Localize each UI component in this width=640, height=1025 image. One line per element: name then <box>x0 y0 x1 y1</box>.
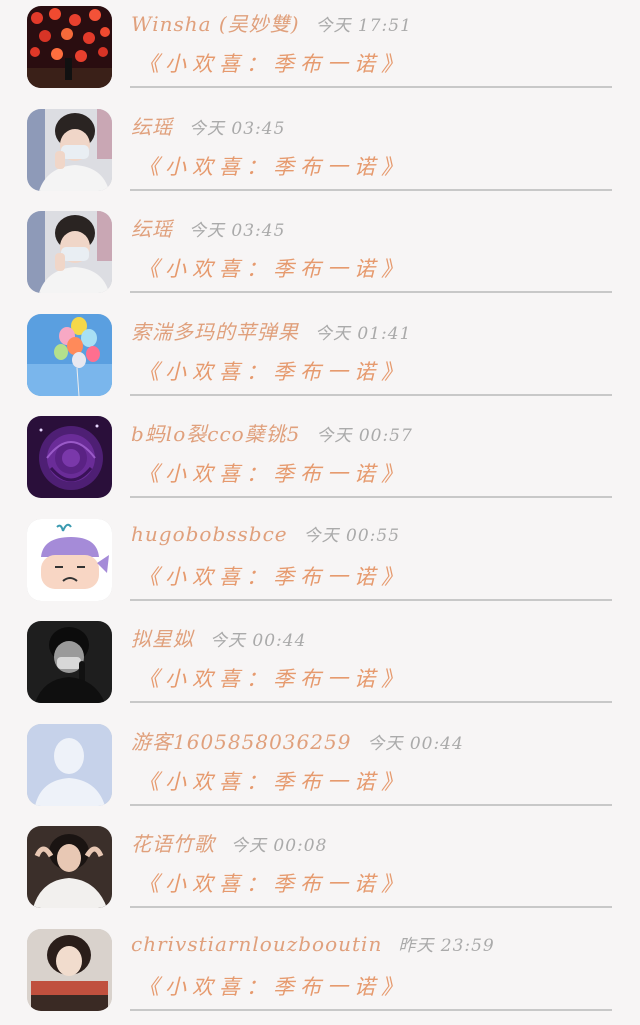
comment-text: 《小欢喜：季布一诺》 <box>138 458 408 488</box>
divider <box>130 496 612 498</box>
comment-item[interactable]: hugobobssbce 今天 00:55 《小欢喜：季布一诺》 <box>0 513 640 616</box>
username[interactable]: b蚂lo裂cco蘖铫5 <box>131 418 300 447</box>
comment-header: 拟星姒 今天 00:44 <box>131 623 620 653</box>
comment-header: 花语竹歌 今天 00:08 <box>131 828 620 858</box>
divider <box>130 599 612 601</box>
purple-rose-avatar[interactable] <box>27 416 112 498</box>
comment-text: 《小欢喜：季布一诺》 <box>138 868 408 898</box>
divider <box>130 291 612 293</box>
bw-portrait-avatar[interactable] <box>27 621 112 703</box>
username[interactable]: hugobobssbce <box>131 522 288 546</box>
comment-header: 索湍多玛的苹弹果 今天 01:41 <box>131 316 620 346</box>
username[interactable]: 花语竹歌 <box>131 828 215 857</box>
comment-text: 《小欢喜：季布一诺》 <box>138 971 408 1001</box>
timestamp: 今天 03:45 <box>189 216 285 241</box>
timestamp: 今天 17:51 <box>316 11 412 36</box>
comment-item[interactable]: b蚂lo裂cco蘖铫5 今天 00:57 《小欢喜：季布一诺》 <box>0 410 640 513</box>
comment-text: 《小欢喜：季布一诺》 <box>138 561 408 591</box>
comment-header: 纭瑶 今天 03:45 <box>131 111 620 141</box>
comment-item[interactable]: 纭瑶 今天 03:45 《小欢喜：季布一诺》 <box>0 103 640 206</box>
comment-item[interactable]: chrivstiarnlouzbooutin 昨天 23:59 《小欢喜：季布一… <box>0 923 640 1025</box>
divider <box>130 86 612 88</box>
username[interactable]: 拟星姒 <box>131 623 194 652</box>
balloons-avatar[interactable] <box>27 314 112 396</box>
divider <box>130 804 612 806</box>
username[interactable]: 游客1605858036259 <box>131 726 351 755</box>
comment-text: 《小欢喜：季布一诺》 <box>138 663 408 693</box>
timestamp: 今天 00:44 <box>367 729 463 754</box>
masked-man-avatar[interactable] <box>27 109 112 191</box>
comment-text: 《小欢喜：季布一诺》 <box>138 151 408 181</box>
divider <box>130 189 612 191</box>
username[interactable]: 纭瑶 <box>131 213 173 242</box>
username[interactable]: chrivstiarnlouzbooutin <box>131 932 382 956</box>
default-user-avatar[interactable] <box>27 724 112 806</box>
comment-item[interactable]: 游客1605858036259 今天 00:44 《小欢喜：季布一诺》 <box>0 718 640 821</box>
timestamp: 昨天 23:59 <box>398 931 494 956</box>
timestamp: 今天 00:57 <box>316 421 412 446</box>
divider <box>130 701 612 703</box>
comment-header: chrivstiarnlouzbooutin 昨天 23:59 <box>131 931 620 961</box>
timestamp: 今天 01:41 <box>315 319 411 344</box>
girl-portrait-avatar[interactable] <box>27 929 112 1011</box>
woman-portrait-avatar[interactable] <box>27 826 112 908</box>
comment-text: 《小欢喜：季布一诺》 <box>138 253 408 283</box>
username[interactable]: 索湍多玛的苹弹果 <box>131 316 299 345</box>
comment-header: 游客1605858036259 今天 00:44 <box>131 726 620 756</box>
divider <box>130 1009 612 1011</box>
comment-text: 《小欢喜：季布一诺》 <box>138 766 408 796</box>
timestamp: 今天 00:44 <box>210 626 306 651</box>
comment-text: 《小欢喜：季布一诺》 <box>138 356 408 386</box>
masked-man-avatar[interactable] <box>27 211 112 293</box>
cartoon-whale-avatar[interactable] <box>27 519 112 601</box>
timestamp: 今天 00:55 <box>304 521 400 546</box>
comment-header: Winsha (吴妙雙) 今天 17:51 <box>131 8 620 38</box>
comment-item[interactable]: 拟星姒 今天 00:44 《小欢喜：季布一诺》 <box>0 615 640 718</box>
comment-item[interactable]: 纭瑶 今天 03:45 《小欢喜：季布一诺》 <box>0 205 640 308</box>
comment-item[interactable]: 索湍多玛的苹弹果 今天 01:41 《小欢喜：季布一诺》 <box>0 308 640 411</box>
comment-header: hugobobssbce 今天 00:55 <box>131 521 620 551</box>
red-lanterns-avatar[interactable] <box>27 6 112 88</box>
timestamp: 今天 03:45 <box>189 114 285 139</box>
comment-header: 纭瑶 今天 03:45 <box>131 213 620 243</box>
comment-list: Winsha (吴妙雙) 今天 17:51 《小欢喜：季布一诺》 纭瑶 今天 0… <box>0 0 640 1025</box>
divider <box>130 906 612 908</box>
timestamp: 今天 00:08 <box>231 831 327 856</box>
comment-text: 《小欢喜：季布一诺》 <box>138 48 408 78</box>
username[interactable]: Winsha (吴妙雙) <box>131 8 300 37</box>
comment-item[interactable]: 花语竹歌 今天 00:08 《小欢喜：季布一诺》 <box>0 820 640 923</box>
divider <box>130 394 612 396</box>
username[interactable]: 纭瑶 <box>131 111 173 140</box>
comment-item[interactable]: Winsha (吴妙雙) 今天 17:51 《小欢喜：季布一诺》 <box>0 0 640 103</box>
comment-header: b蚂lo裂cco蘖铫5 今天 00:57 <box>131 418 620 448</box>
